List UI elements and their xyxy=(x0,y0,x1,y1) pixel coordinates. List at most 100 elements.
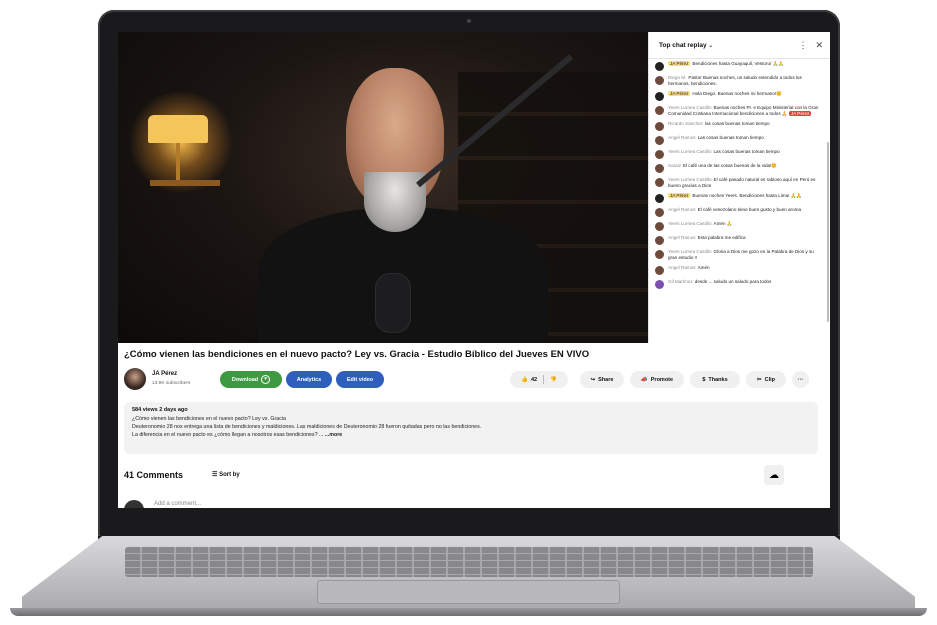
more-options-icon[interactable]: ⋮ xyxy=(798,40,807,51)
chat-message: Yeers Lurnea Castillo El café pasado natu… xyxy=(649,175,823,191)
chat-message-text: Gil Martínez desde ... saludo un saludo p… xyxy=(668,279,771,285)
description-box[interactable]: 584 views 2 days ago ¿Cómo vienen las be… xyxy=(124,402,818,454)
chat-message-text: Yeers Lurnea Castillo El café pasado natu… xyxy=(668,177,819,189)
thumbs-down-icon[interactable]: 👎 xyxy=(550,377,557,383)
promote-button[interactable]: 📣 Promote xyxy=(630,371,684,388)
lamp-stem xyxy=(176,143,180,181)
thanks-label: Thanks xyxy=(708,376,728,383)
chat-avatar[interactable] xyxy=(655,62,664,71)
chat-avatar[interactable] xyxy=(655,150,664,159)
chat-message-text: Angel Ramos Amén xyxy=(668,265,710,271)
cloud-icon[interactable]: ☁ xyxy=(764,465,784,485)
chat-message-list[interactable]: JA Pérez Bendiciones hasta Guayaquil, Ves… xyxy=(649,59,823,343)
chat-message-text: JA Pérez Hola Diego. Buenas noches mi her… xyxy=(668,91,782,97)
chat-message: Yeers Lurnea Castillo Gloria a Dios me go… xyxy=(649,247,823,263)
chat-message: JA Pérez Buenas noches Yeers. Bendiciones… xyxy=(649,191,823,205)
clip-label: Clip xyxy=(764,376,775,383)
laptop: Top chat replay ⋮ ✕ JA PérezBendiciones … xyxy=(0,0,937,625)
chat-message-body: Amén 🙏 xyxy=(713,221,733,226)
chat-message-body: Las cosas buenas toman tiempo xyxy=(713,149,780,154)
chat-avatar[interactable] xyxy=(655,122,664,131)
chat-author[interactable]: Angel Ramos xyxy=(668,265,696,270)
chat-author[interactable]: Yeers Lurnea Castillo xyxy=(668,249,712,254)
chat-message: Diego M. Pastor Buenas noches, un saludo … xyxy=(649,73,823,89)
video-player[interactable] xyxy=(118,32,648,343)
chat-avatar[interactable] xyxy=(655,136,664,145)
more-actions-button[interactable]: ··· xyxy=(792,371,809,388)
chat-author[interactable]: JA Pérez xyxy=(668,61,691,66)
chat-message: Gil Martínez desde ... saludo un saludo p… xyxy=(649,277,823,291)
chat-author[interactable]: JA Pérez xyxy=(668,193,691,198)
chat-header: Top chat replay ⋮ ✕ xyxy=(649,32,830,59)
chat-author[interactable]: Yeers Lurnea Castillo xyxy=(668,221,712,226)
chat-author[interactable]: Yeers Lurnea Castillo xyxy=(668,105,712,110)
sort-by-button[interactable]: ☰ Sort by xyxy=(212,471,240,478)
description-line-2: Deuteronomio 28 nos entrega una lista de… xyxy=(132,424,482,430)
thumbs-up-icon[interactable]: 👍 xyxy=(521,377,528,383)
chat-message: Yeers Lurnea Castillo Las cosas buenas to… xyxy=(649,147,823,161)
chat-avatar[interactable] xyxy=(655,178,664,187)
chat-message: Ricardo Sánchez las cosas buenas toman ti… xyxy=(649,119,823,133)
chat-avatar[interactable] xyxy=(655,222,664,231)
lamp-shade xyxy=(148,115,208,143)
chat-author[interactable]: Gil Martínez xyxy=(668,279,693,284)
description-line-1: ¿Cómo vienen las bendiciones en el nuevo… xyxy=(132,416,286,422)
chat-avatar[interactable] xyxy=(655,250,664,259)
add-comment-row: Add a comment... xyxy=(124,498,824,508)
laptop-front-edge xyxy=(10,608,927,616)
show-more-link[interactable]: ...more xyxy=(325,432,342,438)
like-divider xyxy=(543,375,545,384)
chat-scrollbar[interactable] xyxy=(827,142,829,322)
chat-avatar[interactable] xyxy=(655,76,664,85)
share-icon: ↪ xyxy=(590,376,596,383)
chat-message-body: Esta palabra me edifica xyxy=(697,235,746,240)
clip-button[interactable]: ✂ Clip xyxy=(746,371,786,388)
chat-message-body: desde ... saludo un saludo para todos xyxy=(694,279,772,284)
chat-avatar[interactable] xyxy=(655,92,664,101)
chat-message-body: las cosas buenas toman tiempo xyxy=(704,121,770,126)
chat-author[interactable]: Saraiz xyxy=(668,163,681,168)
scissors-icon: ✂ xyxy=(757,376,762,383)
chat-author[interactable]: Ricardo Sánchez xyxy=(668,121,703,126)
chat-message-text: Diego M. Pastor Buenas noches, un saludo … xyxy=(668,75,819,87)
chat-message-text: Angel Ramos Las cosas buenas toman tiempo xyxy=(668,135,764,141)
chat-avatar[interactable] xyxy=(655,194,664,203)
channel-name[interactable]: JA Pérez xyxy=(152,371,177,377)
chat-message: Angel Ramos Esta palabra me edifica xyxy=(649,233,823,247)
chat-author[interactable]: Angel Ramos xyxy=(668,235,696,240)
chat-avatar[interactable] xyxy=(655,280,664,289)
chat-message-body: El café una de las cosas buenas de la vi… xyxy=(683,163,778,168)
chat-author[interactable]: Diego M. xyxy=(668,75,686,80)
screen: Top chat replay ⋮ ✕ JA PérezBendiciones … xyxy=(118,32,830,508)
promote-label: Promote xyxy=(650,376,674,383)
chat-author[interactable]: Angel Ramos xyxy=(668,135,696,140)
sort-label: Sort by xyxy=(219,472,240,478)
chat-message-body: Hola Diego. Buenas noches mi hermano!😊 xyxy=(692,91,782,96)
add-comment-input[interactable]: Add a comment... xyxy=(154,501,201,507)
chat-message: Saraiz El café una de las cosas buenas de… xyxy=(649,161,823,175)
chat-avatar[interactable] xyxy=(655,164,664,173)
chat-avatar[interactable] xyxy=(655,208,664,217)
thanks-button[interactable]: $ Thanks xyxy=(690,371,740,388)
download-button[interactable]: Download ▾ xyxy=(220,371,282,388)
share-button[interactable]: ↪ Share xyxy=(580,371,624,388)
edit-video-button[interactable]: Edit video xyxy=(336,371,384,388)
chat-avatar[interactable] xyxy=(655,266,664,275)
video-title: ¿Cómo vienen las bendiciones en el nuevo… xyxy=(124,349,590,360)
chat-message: Angel Ramos Las cosas buenas toman tiempo xyxy=(649,133,823,147)
like-count[interactable]: 42 xyxy=(531,377,537,383)
like-dislike-group: 👍 42 👎 xyxy=(510,371,568,388)
channel-avatar[interactable] xyxy=(124,368,146,390)
chat-message-body: Buenas noches Yeers. Bendiciones hasta L… xyxy=(692,193,803,198)
chat-mode-dropdown[interactable]: Top chat replay xyxy=(659,42,713,49)
chat-author[interactable]: Angel Ramos xyxy=(668,207,696,212)
chat-message-text: Yeers Lurnea Castillo Buenas noches Pr. e… xyxy=(668,105,819,117)
close-icon[interactable]: ✕ xyxy=(815,40,823,51)
chat-author[interactable]: Yeers Lurnea Castillo xyxy=(668,177,712,182)
chat-message: JA Pérez Bendiciones hasta Guayaquil, Ves… xyxy=(649,59,823,73)
chat-avatar[interactable] xyxy=(655,106,664,115)
chat-author[interactable]: Yeers Lurnea Castillo xyxy=(668,149,712,154)
chat-avatar[interactable] xyxy=(655,236,664,245)
chat-author[interactable]: JA Pérez xyxy=(668,91,691,96)
analytics-button[interactable]: Analytics xyxy=(286,371,332,388)
